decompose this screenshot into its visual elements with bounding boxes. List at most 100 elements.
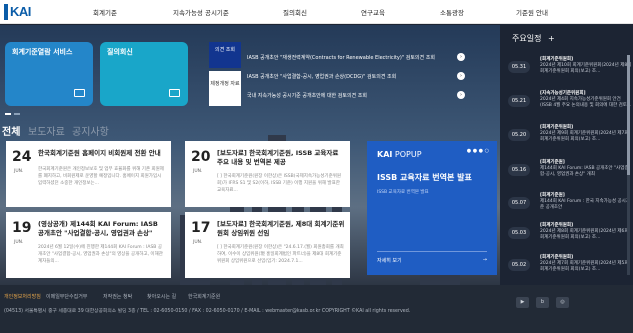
slider-dot[interactable] — [5, 113, 11, 115]
news-card[interactable]: 19 JUN. (영상공개) 제144회 KAI Forum: IASB 공개초… — [6, 212, 171, 278]
schedule-item-body: 2024년 제9회 회계기준위원회(2024년 제7회 회계기준위원회 회의(보… — [540, 131, 629, 143]
tab-opinion-inquiry[interactable]: 의견 조회 — [209, 42, 241, 68]
logo-mark — [4, 4, 8, 20]
news-body: [ ] 한국회계기준원(원장 이한상)은 "24.6.17.(월) 회원총회를 … — [217, 245, 344, 264]
chat-icon — [169, 89, 180, 97]
schedule-date: 05.21 — [508, 95, 530, 107]
schedule-item[interactable]: 05.21 [지속가능성기준위원회] 2024년 제4회 지속가능성기준위원회 안… — [508, 87, 632, 119]
popup-header: KAI POPUP — [377, 150, 422, 159]
schedule-date: 05.02 — [508, 259, 530, 271]
schedule-item[interactable]: 05.02 [회계기준위원회] 2024년 제7회 회계기준위원회(2024년 제… — [508, 251, 630, 283]
schedule-item-title: [지속가능성기준위원회] — [540, 91, 586, 96]
youtube-icon[interactable]: ▶ — [516, 297, 529, 308]
news-day: 24 — [12, 149, 32, 165]
popup-button-label: 자세히 보기 — [377, 258, 402, 264]
news-month: JUN. — [193, 169, 203, 174]
schedule-date: 05.03 — [508, 227, 530, 239]
nav-sustainability-standards[interactable]: 지속가능성 공시기준 — [173, 7, 229, 17]
nav-accounting-standards[interactable]: 회계기준 — [93, 7, 117, 17]
schedule-item-title: [회계기준위원회] — [540, 223, 574, 228]
tile-label: 회계기준열람 서비스 — [12, 48, 73, 56]
news-card[interactable]: 17 JUN. [보도자료] 한국회계기준원, 제8대 회계기준위원회 상임위원… — [185, 212, 350, 278]
news-month: JUN. — [14, 240, 24, 245]
consultation-panel: 의견 조회 제정개정 자료 IASB 공개초안 "재생전력계약(Contract… — [209, 42, 471, 106]
footer-copyright-link[interactable]: 저작권는 청탁 — [103, 293, 132, 300]
tab-amendment-materials[interactable]: 제정개정 자료 — [209, 71, 241, 106]
schedule-item[interactable]: 05.31 [회계기준위원회] 2024년 제10회 회계기준위원회(2024년 … — [508, 53, 632, 85]
news-card[interactable]: 24 JUN. 한국회계기준원 홈페이지 비회원제 전환 안내 한국회계기준원은… — [6, 141, 171, 207]
consult-row-text: IASB 공개초안 "사업결합-공시, 영업권과 손상(DCDG)" 검토의견 … — [247, 74, 397, 80]
schedule-date: 05.20 — [508, 129, 530, 141]
schedule-content: [지속가능성기준위원회] 2024년 제4회 지속가능성기준위원회 안건 (ISS… — [540, 91, 632, 110]
schedule-header: 주요일정 + — [512, 33, 555, 44]
schedule-item-body: 2024년 제10회 회계기준위원회(2024년 제8회 회계기준위원회 회의(… — [540, 63, 632, 75]
popup-detail-button[interactable]: 자세히 보기 → — [377, 251, 487, 265]
nav-qna[interactable]: 질의회신 — [283, 7, 307, 17]
schedule-item[interactable]: 05.07 [회계기준원] 제144회 KAI Forum : 한국 지속가능성 … — [508, 189, 630, 221]
schedule-item-body: 2024년 제8회 회계기준위원회(2024년 제6회 회계기준위원회 회의(보… — [540, 229, 629, 241]
footer-org-link[interactable]: 한국회계기준원 — [188, 293, 220, 300]
tab-all[interactable]: 전체 — [2, 123, 20, 138]
consult-row-text: IASB 공개초안 "재생전력계약(Contracts for Renewabl… — [247, 55, 435, 61]
popup-brand: KAI — [377, 150, 393, 159]
tab-press[interactable]: 보도자료 — [28, 123, 65, 138]
schedule-item-body: 제144회 KAI Forum : 한국 지속가능성 공시기준 공개초안 — [540, 199, 630, 211]
news-body: 한국회계기준원은 개인정보보호 및 업무 효율화를 위해 기존 회원제를 폐지하… — [38, 167, 164, 186]
footer-directions-link[interactable]: 찾아오시는 길 — [147, 293, 176, 300]
schedule-item[interactable]: 05.20 [회계기준위원회] 2024년 제9회 회계기준위원회(2024년 제… — [508, 121, 630, 153]
news-body: [ ] 한국회계기준원(원장 이한상)은 ISSB(국제지속가능성기준위원회)가… — [217, 174, 341, 193]
schedule-title: 주요일정 — [512, 34, 542, 43]
news-day: 17 — [191, 220, 211, 236]
consult-row-text: 국내 지속가능성 공시기준 공개초안에 대한 검토의견 조회 — [247, 93, 367, 99]
kai-popup: KAI POPUP ● ● ● ○ ISSB 교육자료 번역본 발표 ISSB … — [367, 141, 497, 275]
instagram-icon[interactable]: ◎ — [556, 297, 569, 308]
footer-address: (04513) 서울특별시 중구 세종대로 39 대한상공회의소 빌딩 3층 /… — [4, 309, 411, 314]
schedule-item-body: 제144회 KAI Forum: IASB 공개초안 "사업결합-공시, 영업권… — [540, 166, 629, 178]
arrow-right-icon: → — [482, 257, 487, 263]
schedule-scrollbar[interactable] — [627, 55, 630, 275]
consult-row[interactable]: IASB 공개초안 "재생전력계약(Contracts for Renewabl… — [247, 54, 467, 61]
schedule-item-title: [회계기준원] — [540, 193, 565, 198]
schedule-content: [회계기준원] 제144회 KAI Forum : 한국 지속가능성 공시기준 공… — [540, 193, 632, 212]
tab-notice[interactable]: 공지사항 — [72, 123, 109, 138]
schedule-content: [회계기준위원회] 2024년 제10회 회계기준위원회(2024년 제8회 회계… — [540, 57, 632, 76]
popup-subtitle: ISSB 교육자료 번역본 발표 — [377, 190, 429, 195]
tile-qna[interactable]: 질의회신 — [100, 42, 188, 106]
schedule-item-title: [회계기준위원회] — [540, 125, 574, 130]
news-body: 2024년 6월 12일(수)에 진행한 제144회 KAI Forum : I… — [38, 245, 163, 264]
schedule-item[interactable]: 05.16 [회계기준원] 제144회 KAI Forum: IASB 공개초안 … — [508, 156, 630, 188]
schedule-date: 05.07 — [508, 197, 530, 209]
site-header: KAI 회계기준 지속가능성 공시기준 질의회신 연구교육 소통광장 기준원 안… — [0, 0, 633, 24]
chevron-right-icon[interactable]: › — [457, 72, 465, 80]
schedule-content: [회계기준위원회] 2024년 제7회 회계기준위원회(2024년 제5회 회계기… — [540, 255, 632, 274]
site-footer: 개인정보처리방침 이메일무단수집거부 저작권는 청탁 찾아오시는 길 한국회계기… — [0, 285, 633, 333]
schedule-item[interactable]: 05.03 [회계기준위원회] 2024년 제8회 회계기준위원회(2024년 제… — [508, 219, 630, 251]
kai-logo[interactable]: KAI — [4, 4, 31, 20]
footer-privacy-link[interactable]: 개인정보처리방침 — [4, 293, 41, 300]
footer-email-link[interactable]: 이메일무단수집거부 — [46, 293, 87, 300]
news-title: 한국회계기준원 홈페이지 비회원제 전환 안내 — [38, 149, 161, 157]
blog-icon[interactable]: b — [536, 297, 549, 308]
chevron-right-icon[interactable]: › — [457, 53, 465, 61]
nav-about[interactable]: 기준원 안내 — [516, 7, 548, 17]
consult-row[interactable]: 국내 지속가능성 공시기준 공개초안에 대한 검토의견 조회 — [247, 92, 467, 99]
schedule-item-title: [회계기준위원회] — [540, 255, 574, 260]
news-card[interactable]: 20 JUN. [보도자료] 한국회계기준원, ISSB 교육자료 주요 내용 … — [185, 141, 350, 207]
popup-pagination[interactable]: ● ● ● ○ — [467, 148, 489, 154]
plus-icon[interactable]: + — [548, 34, 555, 43]
slider-dot[interactable] — [14, 113, 20, 115]
schedule-date: 05.16 — [508, 164, 530, 176]
tile-standards-viewer[interactable]: 회계기준열람 서비스 — [5, 42, 93, 106]
nav-research-education[interactable]: 연구교육 — [361, 7, 385, 17]
news-month: JUN. — [193, 240, 203, 245]
nav-communication[interactable]: 소통광장 — [440, 7, 464, 17]
consult-row[interactable]: IASB 공개초안 "사업결합-공시, 영업권과 손상(DCDG)" 검토의견 … — [247, 73, 467, 80]
news-title: [보도자료] 한국회계기준원, 제8대 회계기준위원회 상임위원 선임 — [217, 220, 345, 237]
chevron-right-icon[interactable]: › — [457, 91, 465, 99]
logo-text: KAI — [10, 4, 31, 19]
schedule-item-body: 2024년 제4회 지속가능성기준위원회 안건 (ISSB 4월 주요 논의내용… — [540, 97, 632, 109]
schedule-content: [회계기준위원회] 2024년 제9회 회계기준위원회(2024년 제7회 회계기… — [540, 125, 632, 144]
book-icon — [74, 89, 85, 97]
schedule-sidebar: 주요일정 + 05.31 [회계기준위원회] 2024년 제10회 회계기준위원회… — [500, 25, 633, 285]
scrollbar-thumb[interactable] — [627, 55, 630, 175]
